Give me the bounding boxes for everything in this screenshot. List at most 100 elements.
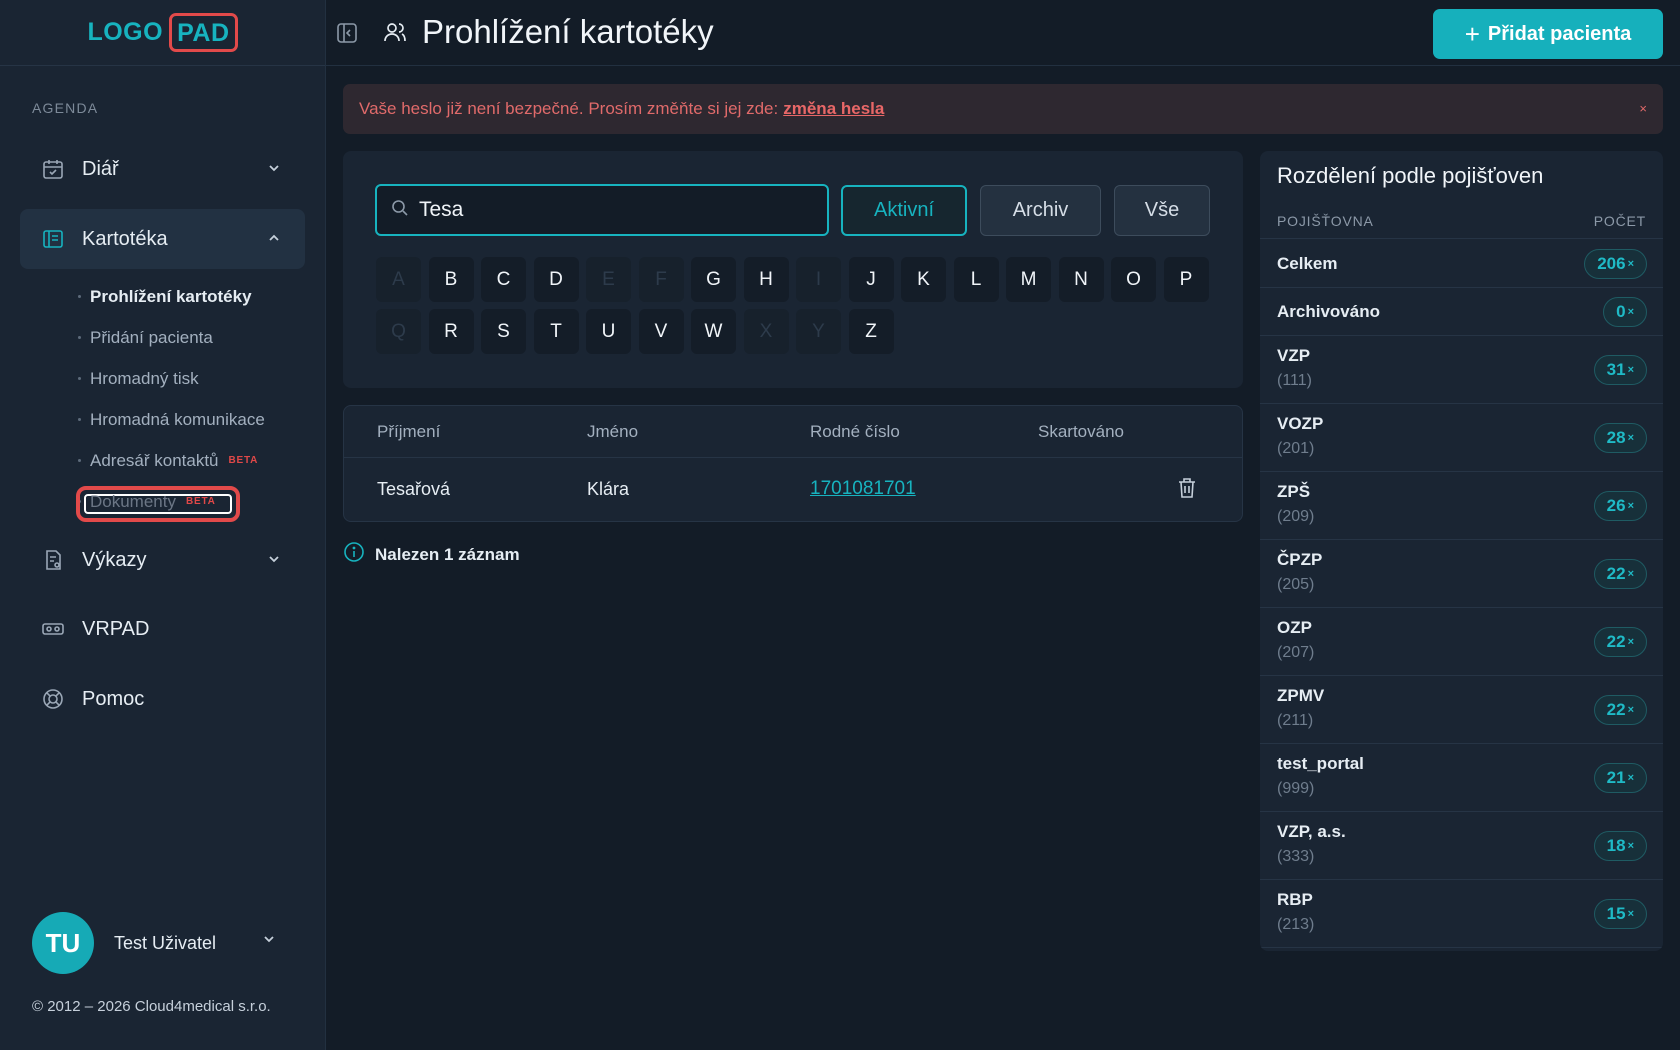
letter-button: E <box>586 257 631 302</box>
search-icon <box>391 199 409 222</box>
letter-button[interactable]: V <box>638 309 684 354</box>
table-row[interactable]: Tesařová Klára 1701081701 <box>344 458 1242 522</box>
count-value: 26 <box>1606 496 1626 515</box>
insurance-panel: Rozdělení podle pojišťoven POJIŠŤOVNA PO… <box>1260 151 1663 951</box>
letter-button[interactable]: L <box>953 257 999 302</box>
count-value: 0 <box>1616 302 1626 321</box>
avatar: TU <box>32 912 94 974</box>
letter-button[interactable]: N <box>1058 257 1104 302</box>
insurance-code: (201) <box>1277 440 1315 457</box>
letter-button[interactable]: R <box>428 309 474 354</box>
filter-vse-button[interactable]: Vše <box>1114 185 1210 236</box>
count-value: 22 <box>1606 700 1626 719</box>
sidebar: LOGO PAD AGENDA Diář Kartotéka Prohlížen… <box>0 0 326 1050</box>
count-badge: 18 × <box>1593 831 1647 861</box>
column-header-prijmeni[interactable]: Příjmení <box>377 422 440 442</box>
sidebar-item-vykazy[interactable]: Výkazy <box>20 530 305 590</box>
lifebuoy-icon <box>40 686 66 712</box>
kartoteka-submenu: Prohlížení kartotéky Přidání pacienta Hr… <box>76 276 265 522</box>
sidebar-item-kartoteka[interactable]: Kartotéka <box>20 209 305 269</box>
cell-rodne-cislo-link[interactable]: 1701081701 <box>810 478 916 500</box>
letter-button[interactable]: J <box>848 257 894 302</box>
sidebar-item-label: Výkazy <box>82 548 147 571</box>
count-value: 15 <box>1606 904 1626 923</box>
letter-button[interactable]: K <box>901 257 946 302</box>
submenu-item-adresar[interactable]: Adresář kontaktů BETA <box>78 440 265 481</box>
letter-button[interactable]: T <box>533 309 579 354</box>
column-header-rodne-cislo[interactable]: Rodné číslo <box>810 422 900 442</box>
change-password-link[interactable]: změna hesla <box>783 99 884 119</box>
column-header-pocet: POČET <box>1593 213 1646 229</box>
count-suffix: × <box>1627 908 1634 920</box>
letter-button[interactable]: M <box>1006 257 1051 302</box>
submenu-item-pridani[interactable]: Přidání pacienta <box>78 317 265 358</box>
trash-icon[interactable] <box>1176 476 1198 505</box>
info-icon <box>343 541 365 568</box>
insurance-code: (333) <box>1277 848 1315 865</box>
letter-button[interactable]: U <box>586 309 631 354</box>
insurance-name: VZP <box>1277 346 1311 365</box>
insurance-name: test_portal <box>1277 754 1364 773</box>
top-bar: Prohlížení kartotéky + Přidat pacienta <box>326 0 1680 66</box>
letter-button[interactable]: B <box>428 257 474 302</box>
submenu-label: Přidání pacienta <box>90 327 213 347</box>
add-patient-button[interactable]: + Přidat pacienta <box>1433 9 1663 59</box>
submenu-label: Adresář kontaktů <box>90 450 219 470</box>
search-input[interactable] <box>419 198 799 222</box>
count-suffix: × <box>1627 258 1634 270</box>
count-badge: 15 × <box>1593 899 1647 929</box>
section-title-agenda: AGENDA <box>32 100 99 116</box>
submenu-item-prohlizeni[interactable]: Prohlížení kartotéky <box>78 276 265 317</box>
beta-badge: BETA <box>185 496 216 507</box>
count-badge: 22 × <box>1593 627 1647 657</box>
insurance-name: ZPMV <box>1277 686 1325 705</box>
sidebar-item-vrpad[interactable]: VRPAD <box>20 599 305 659</box>
cell-surname: Tesařová <box>377 479 451 499</box>
password-alert: Vaše heslo již není bezpečné. Prosím změ… <box>343 84 1663 134</box>
chevron-up-icon <box>265 229 283 247</box>
submenu-item-hromadny-tisk[interactable]: Hromadný tisk <box>78 358 265 399</box>
count-suffix: × <box>1627 704 1634 716</box>
count-suffix: × <box>1627 772 1634 784</box>
sidebar-item-label: VRPAD <box>82 617 150 640</box>
letter-button[interactable]: D <box>533 257 579 302</box>
letter-button: X <box>743 309 789 354</box>
letter-button[interactable]: G <box>691 257 736 302</box>
count-value: 22 <box>1606 564 1626 583</box>
letter-button[interactable]: S <box>481 309 526 354</box>
count-value: 18 <box>1606 836 1626 855</box>
submenu-item-hromadna-komunikace[interactable]: Hromadná komunikace <box>78 399 265 440</box>
letter-button[interactable]: W <box>691 309 736 354</box>
insurance-code: (999) <box>1277 780 1315 797</box>
chevron-down-icon <box>265 159 283 177</box>
insurance-name: Celkem <box>1277 254 1338 273</box>
book-icon <box>40 226 66 252</box>
letter-button: Q <box>376 309 421 354</box>
letter-button[interactable]: C <box>481 257 526 302</box>
filter-aktivni-button[interactable]: Aktivní <box>841 185 967 236</box>
cell-name: Klára <box>587 479 630 499</box>
submenu-label: Hromadná komunikace <box>90 409 265 429</box>
user-menu[interactable]: TU Test Uživatel <box>32 912 274 974</box>
sidebar-collapse-icon[interactable] <box>336 22 358 49</box>
letter-button[interactable]: H <box>743 257 789 302</box>
letter-button[interactable]: O <box>1111 257 1156 302</box>
search-field[interactable] <box>375 184 829 236</box>
count-value: 28 <box>1606 428 1626 447</box>
count-suffix: × <box>1627 636 1634 648</box>
sidebar-item-diar[interactable]: Diář <box>20 139 305 199</box>
column-header-skartovano[interactable]: Skartováno <box>1038 422 1124 442</box>
count-badge: 26 × <box>1593 491 1647 521</box>
letter-button[interactable]: P <box>1163 257 1209 302</box>
insurance-row: VOZP (201) 28 × <box>1260 404 1663 472</box>
insurance-panel-title: Rozdělení podle pojišťoven <box>1277 163 1544 188</box>
column-header-jmeno[interactable]: Jméno <box>587 422 638 442</box>
close-icon[interactable]: × <box>1639 101 1647 116</box>
chevron-down-icon <box>262 932 276 951</box>
logo[interactable]: LOGO PAD <box>87 13 238 52</box>
submenu-item-dokumenty[interactable]: Dokumenty BETA <box>76 481 265 522</box>
filter-archiv-button[interactable]: Archiv <box>980 185 1101 236</box>
submenu-label: Hromadný tisk <box>90 368 199 388</box>
letter-button[interactable]: Z <box>848 309 894 354</box>
sidebar-item-pomoc[interactable]: Pomoc <box>20 669 305 729</box>
